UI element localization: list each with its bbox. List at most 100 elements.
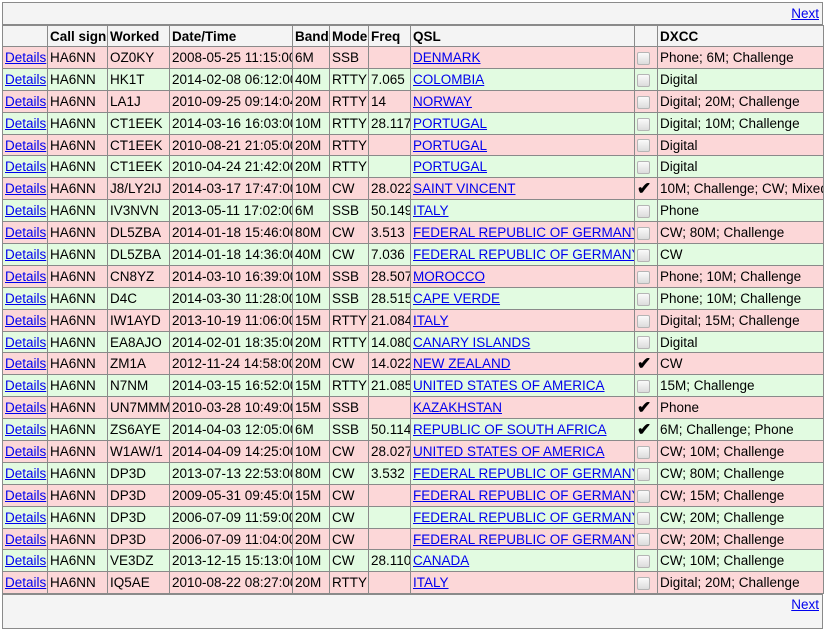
mode-cell: RTTY	[329, 330, 369, 354]
details-link[interactable]: Details	[5, 532, 46, 547]
confirmed-cell	[634, 461, 658, 485]
qsl-country-link[interactable]: PORTUGAL	[413, 138, 487, 153]
confirmed-checkbox[interactable]	[637, 314, 650, 328]
qsl-cell: KAZAKHSTAN	[410, 396, 635, 420]
details-link[interactable]: Details	[5, 203, 46, 218]
details-link[interactable]: Details	[5, 116, 46, 131]
details-link[interactable]: Details	[5, 553, 46, 568]
qsl-country-link[interactable]: ITALY	[413, 575, 449, 590]
qsl-country-link[interactable]: CAPE VERDE	[413, 291, 500, 306]
details-link[interactable]: Details	[5, 378, 46, 393]
details-link[interactable]: Details	[5, 181, 46, 196]
details-link[interactable]: Details	[5, 50, 46, 65]
details-link[interactable]: Details	[5, 400, 46, 415]
qsl-country-link[interactable]: KAZAKHSTAN	[413, 400, 502, 415]
mode-cell: CW	[329, 461, 369, 485]
details-link[interactable]: Details	[5, 335, 46, 350]
details-link[interactable]: Details	[5, 444, 46, 459]
details-link[interactable]: Details	[5, 159, 46, 174]
freq-cell	[368, 155, 411, 179]
datetime-cell: 2014-03-15 16:52:00	[169, 374, 293, 398]
qsl-country-link[interactable]: CANADA	[413, 553, 469, 568]
datetime-cell: 2014-03-30 11:28:00	[169, 286, 293, 310]
confirmed-checkbox[interactable]	[637, 139, 650, 153]
qsl-country-link[interactable]: COLOMBIA	[413, 72, 484, 87]
confirmed-cell	[634, 221, 658, 245]
qsl-cell: CAPE VERDE	[410, 286, 635, 310]
qsl-country-link[interactable]: CANARY ISLANDS	[413, 335, 530, 350]
confirmed-checkbox[interactable]	[637, 577, 650, 591]
details-link[interactable]: Details	[5, 510, 46, 525]
details-link[interactable]: Details	[5, 247, 46, 262]
confirmed-checkbox[interactable]	[637, 511, 650, 525]
qsl-country-link[interactable]: FEDERAL REPUBLIC OF GERMANY	[413, 510, 634, 525]
confirmed-cell: ✔	[634, 352, 658, 376]
datetime-cell: 2010-09-25 09:14:04	[169, 89, 293, 113]
details-link[interactable]: Details	[5, 575, 46, 590]
confirmed-checkbox[interactable]	[637, 292, 650, 306]
dxcc-cell: CW; 10M; Challenge	[657, 440, 824, 463]
dxcc-cell: 15M; Challenge	[657, 374, 824, 398]
qsl-country-link[interactable]: MOROCCO	[413, 269, 485, 284]
call-sign-cell: HA6NN	[47, 440, 108, 463]
qsl-country-link[interactable]: PORTUGAL	[413, 159, 487, 174]
details-link[interactable]: Details	[5, 488, 46, 503]
mode-cell: CW	[329, 527, 369, 551]
confirmed-checkbox[interactable]	[637, 270, 650, 284]
details-link[interactable]: Details	[5, 466, 46, 481]
details-link[interactable]: Details	[5, 94, 46, 109]
qsl-country-link[interactable]: FEDERAL REPUBLIC OF GERMANY	[413, 466, 634, 481]
details-cell: Details	[2, 571, 48, 595]
details-link[interactable]: Details	[5, 138, 46, 153]
confirmed-checkbox[interactable]	[637, 51, 650, 65]
qsl-country-link[interactable]: ITALY	[413, 313, 449, 328]
confirmed-checkbox[interactable]	[637, 533, 650, 547]
qsl-country-link[interactable]: REPUBLIC OF SOUTH AFRICA	[413, 422, 607, 437]
qsl-country-link[interactable]: UNITED STATES OF AMERICA	[413, 378, 605, 393]
qsl-country-link[interactable]: UNITED STATES OF AMERICA	[413, 444, 605, 459]
datetime-cell: 2014-03-16 16:03:00	[169, 111, 293, 135]
band-cell: 20M	[292, 133, 330, 157]
dxcc-cell: CW; 20M; Challenge	[657, 527, 824, 551]
checkmark-icon: ✔	[637, 178, 652, 198]
confirmed-checkbox[interactable]	[637, 95, 650, 109]
details-cell: Details	[2, 111, 48, 135]
confirmed-checkbox[interactable]	[637, 248, 650, 262]
details-link[interactable]: Details	[5, 225, 46, 240]
confirmed-checkbox[interactable]	[637, 117, 650, 131]
next-page-link-bottom[interactable]: Next	[791, 597, 819, 612]
qsl-country-link[interactable]: FEDERAL REPUBLIC OF GERMANY	[413, 488, 634, 503]
next-page-link-top[interactable]: Next	[791, 6, 819, 21]
qsl-country-link[interactable]: FEDERAL REPUBLIC OF GERMANY	[413, 225, 634, 240]
qsl-country-link[interactable]: NORWAY	[413, 94, 472, 109]
qsl-country-link[interactable]: PORTUGAL	[413, 116, 487, 131]
qsl-cell: NEW ZEALAND	[410, 352, 635, 376]
details-link[interactable]: Details	[5, 313, 46, 328]
qsl-country-link[interactable]: FEDERAL REPUBLIC OF GERMANY	[413, 247, 634, 262]
confirmed-checkbox[interactable]	[637, 205, 650, 219]
confirmed-checkbox[interactable]	[637, 336, 650, 350]
confirmed-checkbox[interactable]	[637, 380, 650, 394]
details-link[interactable]: Details	[5, 291, 46, 306]
qsl-country-link[interactable]: SAINT VINCENT	[413, 181, 516, 196]
call-sign-cell: HA6NN	[47, 396, 108, 420]
confirmed-checkbox[interactable]	[637, 445, 650, 459]
confirmed-checkbox[interactable]	[637, 489, 650, 503]
qsl-country-link[interactable]: ITALY	[413, 203, 449, 218]
confirmed-checkbox[interactable]	[637, 227, 650, 240]
qsl-country-link[interactable]: NEW ZEALAND	[413, 356, 511, 371]
qsl-country-link[interactable]: FEDERAL REPUBLIC OF GERMANY	[413, 532, 634, 547]
details-link[interactable]: Details	[5, 356, 46, 371]
call-sign-cell: HA6NN	[47, 418, 108, 442]
qsl-country-link[interactable]: DENMARK	[413, 50, 481, 65]
details-cell: Details	[2, 199, 48, 223]
details-link[interactable]: Details	[5, 269, 46, 284]
freq-cell: 50.114	[368, 418, 411, 442]
confirmed-checkbox[interactable]	[637, 161, 650, 175]
confirmed-checkbox[interactable]	[637, 73, 650, 87]
confirmed-checkbox[interactable]	[637, 467, 650, 481]
details-link[interactable]: Details	[5, 72, 46, 87]
confirmed-checkbox[interactable]	[637, 555, 650, 569]
details-link[interactable]: Details	[5, 422, 46, 437]
band-cell: 20M	[292, 89, 330, 113]
